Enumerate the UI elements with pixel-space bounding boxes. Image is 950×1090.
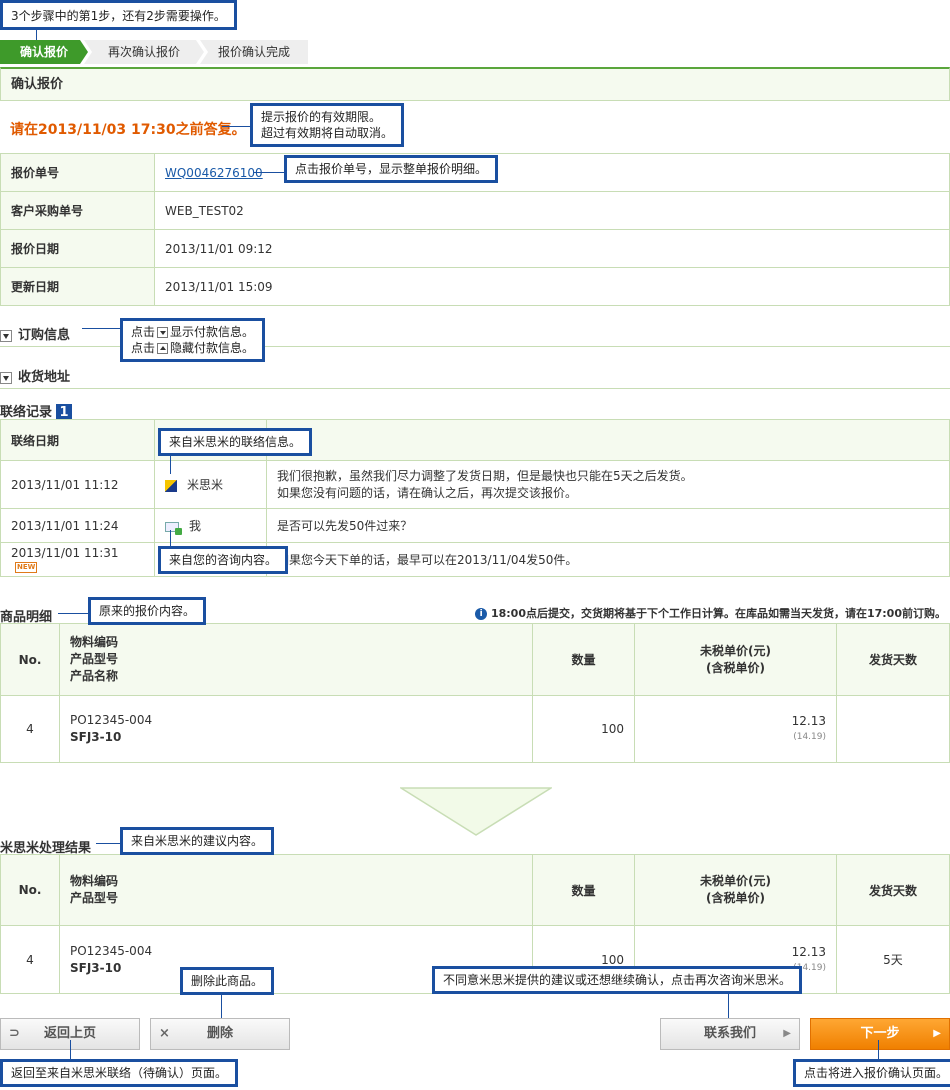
info-row-quote-date: 报价日期 2013/11/01 09:12 (0, 229, 950, 268)
toggle-callout: 点击 显示付款信息。 点击 隐藏付款信息。 (120, 318, 266, 362)
arrow-right-icon: ▶ (783, 1028, 791, 1039)
deadline-text: 请在2013/11/03 17:30之前答复。 (10, 122, 246, 138)
arrow-right-icon: ▶ (933, 1028, 941, 1039)
step-indicator: 确认报价 再次确认报价 报价确认完成 (0, 40, 310, 64)
info-row-update-date: 更新日期 2013/11/01 15:09 (0, 267, 950, 306)
back-callout: 返回至来自米思米联络（待确认）页面。 (0, 1059, 239, 1087)
section-title: 确认报价 (0, 67, 950, 101)
original-quote-callout: 原来的报价内容。 (88, 597, 207, 625)
step-3: 报价确认完成 (200, 40, 308, 64)
collapse-icon (157, 343, 169, 354)
misumi-contact-callout: 来自米思米的联络信息。 (158, 428, 313, 456)
info-icon: i (475, 608, 488, 620)
close-icon: × (159, 1026, 170, 1041)
quote-no-callout: 点击报价单号，显示整单报价明细。 (284, 155, 499, 183)
step-2: 再次确认报价 (84, 40, 204, 64)
expand-icon (157, 327, 169, 338)
inquiry-callout: 来自您的咨询内容。 (158, 546, 289, 574)
table-row: 2013/11/01 11:12 米思米 我们很抱歉，虽然我们尽力调整了发货日期… (0, 460, 950, 509)
table-row: 4 PO12345-004 SFJ3-10 100 12.13 (14.19) (0, 695, 950, 763)
quote-number-link[interactable]: WQ0046276100 (165, 166, 263, 180)
next-button[interactable]: 下一步 ▶ (810, 1018, 950, 1050)
expand-icon[interactable] (0, 329, 12, 342)
mail-icon (165, 521, 182, 535)
reinquire-callout: 不同意米思米提供的建议或还想继续确认，点击再次咨询米思米。 (432, 966, 803, 994)
contact-us-button[interactable]: 联系我们 ▶ (660, 1018, 800, 1050)
col-contact-date: 联络日期 (0, 419, 155, 461)
validity-callout: 提示报价的有效期限。 超过有效期将自动取消。 (250, 103, 405, 147)
steps-callout: 3个步骤中的第1步，还有2步需要操作。 (0, 0, 237, 30)
expand-icon[interactable] (0, 371, 12, 384)
delete-callout: 删除此商品。 (180, 967, 275, 995)
table-row: 2013/11/01 11:31NEW 如果您今天下单的话，最早可以在2013/… (0, 542, 950, 577)
next-callout: 点击将进入报价确认页面。 (793, 1059, 950, 1087)
misumi-logo-icon (165, 479, 177, 492)
back-arrow-icon: ⊃ (9, 1026, 20, 1041)
cutoff-notice: i 18:00点后提交，交货期将基于下个工作日计算。在库品如需当天发货，请在17… (475, 605, 946, 621)
suggestion-callout: 来自米思米的建议内容。 (120, 827, 275, 855)
info-row-po: 客户采购单号 WEB_TEST02 (0, 191, 950, 230)
delete-button[interactable]: × 删除 (150, 1018, 290, 1050)
table-row: 2013/11/01 11:24 我 是否可以先发50件过来？ (0, 508, 950, 543)
product-table: No. 物料编码 产品型号 产品名称 数量 未税单价(元) (含税单价) 发货天数 4… (0, 623, 950, 763)
contact-log-table: 联络日期 2013/11/01 11:12 米思米 我们很抱歉，虽然我们尽力调整… (0, 419, 950, 577)
shipping-toggle[interactable]: 收货地址 (0, 367, 950, 389)
down-arrow-icon (400, 787, 552, 836)
step-1: 确认报价 (0, 40, 88, 64)
new-badge: NEW (15, 561, 38, 573)
